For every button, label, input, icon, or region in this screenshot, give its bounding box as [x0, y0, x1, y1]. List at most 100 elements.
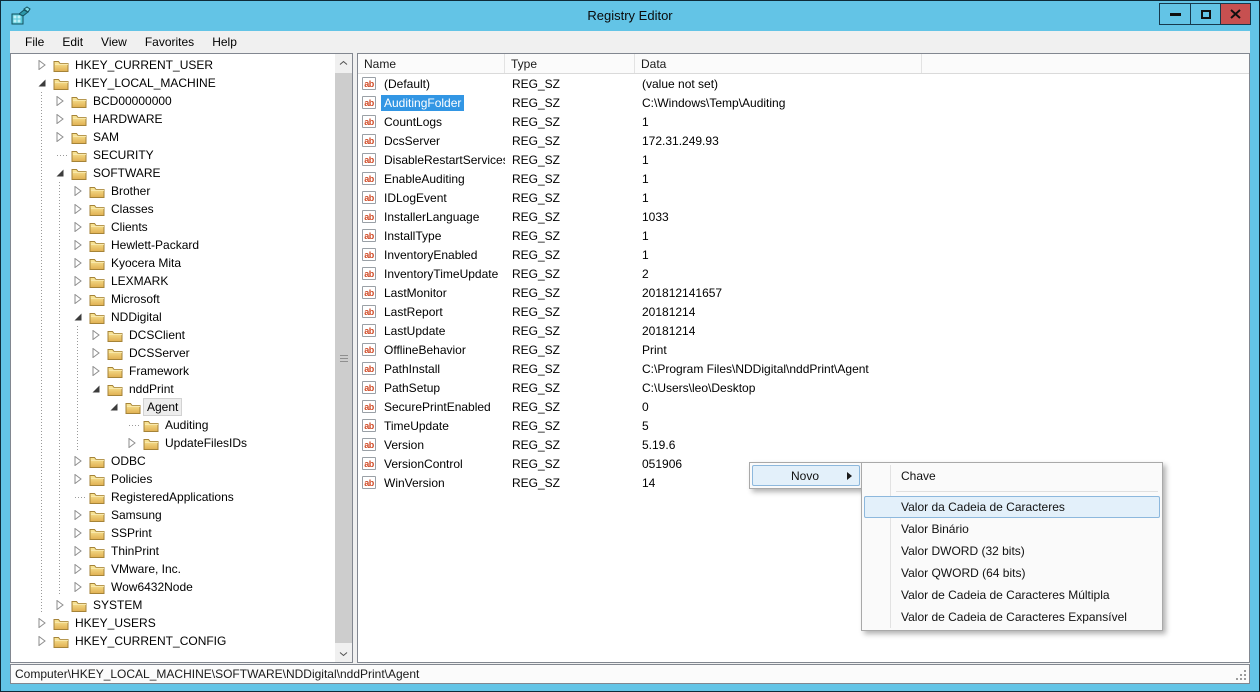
menubar-item-edit[interactable]: Edit [53, 32, 92, 52]
scroll-up-button[interactable] [335, 54, 352, 71]
submenu-item-valor-de-cadeia-de-caracteres-m-ltipla[interactable]: Valor de Cadeia de Caracteres Múltipla [864, 584, 1160, 606]
value-row-pathsetup[interactable]: abPathSetupREG_SZC:\Users\leo\Desktop [358, 378, 1249, 397]
collapse-icon[interactable] [51, 164, 69, 182]
tree-item-vmware-inc[interactable]: VMware, Inc. [11, 560, 335, 578]
resize-grip[interactable] [1235, 669, 1248, 682]
column-header-name[interactable]: Name [358, 54, 505, 73]
tree-item-hkey-users[interactable]: HKEY_USERS [11, 614, 335, 632]
tree-vertical-scrollbar[interactable] [335, 54, 352, 662]
menubar-item-favorites[interactable]: Favorites [136, 32, 203, 52]
expand-icon[interactable] [69, 290, 87, 308]
tree-item-system[interactable]: SYSTEM [11, 596, 335, 614]
tree-item-dcsclient[interactable]: DCSClient [11, 326, 335, 344]
tree-item-samsung[interactable]: Samsung [11, 506, 335, 524]
value-row-timeupdate[interactable]: abTimeUpdateREG_SZ5 [358, 416, 1249, 435]
value-row-pathinstall[interactable]: abPathInstallREG_SZC:\Program Files\NDDi… [358, 359, 1249, 378]
value-row-countlogs[interactable]: abCountLogsREG_SZ1 [358, 112, 1249, 131]
collapse-icon[interactable] [87, 380, 105, 398]
value-row-inventorytimeupdate[interactable]: abInventoryTimeUpdateREG_SZ2 [358, 264, 1249, 283]
expand-icon[interactable] [51, 596, 69, 614]
tree-item-hkey-current-user[interactable]: HKEY_CURRENT_USER [11, 56, 335, 74]
value-row-disablerestartservices[interactable]: abDisableRestartServicesREG_SZ1 [358, 150, 1249, 169]
tree-item-policies[interactable]: Policies [11, 470, 335, 488]
expand-icon[interactable] [69, 560, 87, 578]
tree-item-agent[interactable]: Agent [11, 398, 335, 416]
expand-icon[interactable] [87, 344, 105, 362]
tree-item-auditing[interactable]: Auditing [11, 416, 335, 434]
tree-item-odbc[interactable]: ODBC [11, 452, 335, 470]
title-bar[interactable]: Registry Editor [1, 1, 1259, 31]
tree-item-sam[interactable]: SAM [11, 128, 335, 146]
tree-item-registeredapplications[interactable]: RegisteredApplications [11, 488, 335, 506]
expand-icon[interactable] [33, 614, 51, 632]
expand-icon[interactable] [69, 470, 87, 488]
value-row-inventoryenabled[interactable]: abInventoryEnabledREG_SZ1 [358, 245, 1249, 264]
tree-item-framework[interactable]: Framework [11, 362, 335, 380]
expand-icon[interactable] [69, 542, 87, 560]
submenu-item-valor-de-cadeia-de-caracteres-expans-vel[interactable]: Valor de Cadeia de Caracteres Expansível [864, 606, 1160, 628]
tree-item-security[interactable]: SECURITY [11, 146, 335, 164]
expand-icon[interactable] [87, 362, 105, 380]
expand-icon[interactable] [87, 326, 105, 344]
expand-icon[interactable] [51, 110, 69, 128]
expand-icon[interactable] [69, 272, 87, 290]
tree-item-bcd00000000[interactable]: BCD00000000 [11, 92, 335, 110]
tree-item-hardware[interactable]: HARDWARE [11, 110, 335, 128]
expand-icon[interactable] [69, 524, 87, 542]
scrollbar-thumb[interactable] [335, 73, 352, 643]
tree-item-kyocera-mita[interactable]: Kyocera Mita [11, 254, 335, 272]
expand-icon[interactable] [69, 578, 87, 596]
value-row-lastmonitor[interactable]: abLastMonitorREG_SZ201812141657 [358, 283, 1249, 302]
expand-icon[interactable] [69, 506, 87, 524]
tree-item-dcsserver[interactable]: DCSServer [11, 344, 335, 362]
tree-item-nddigital[interactable]: NDDigital [11, 308, 335, 326]
collapse-icon[interactable] [69, 308, 87, 326]
scroll-down-button[interactable] [335, 645, 352, 662]
expand-icon[interactable] [51, 128, 69, 146]
collapse-icon[interactable] [33, 74, 51, 92]
expand-icon[interactable] [69, 254, 87, 272]
expand-icon[interactable] [69, 200, 87, 218]
submenu-item-chave[interactable]: Chave [864, 465, 1160, 487]
context-menu-item-novo[interactable]: Novo [752, 465, 860, 486]
value-row-installtype[interactable]: abInstallTypeREG_SZ1 [358, 226, 1249, 245]
tree-item-hkey-current-config[interactable]: HKEY_CURRENT_CONFIG [11, 632, 335, 650]
submenu-item-valor-qword-64-bits[interactable]: Valor QWORD (64 bits) [864, 562, 1160, 584]
expand-icon[interactable] [33, 632, 51, 650]
value-row-default[interactable]: ab(Default)REG_SZ(value not set) [358, 74, 1249, 93]
tree-item-clients[interactable]: Clients [11, 218, 335, 236]
tree-item-lexmark[interactable]: LEXMARK [11, 272, 335, 290]
menubar-item-view[interactable]: View [92, 32, 136, 52]
tree-item-brother[interactable]: Brother [11, 182, 335, 200]
minimize-button[interactable] [1160, 4, 1190, 24]
expand-icon[interactable] [69, 182, 87, 200]
tree-item-software[interactable]: SOFTWARE [11, 164, 335, 182]
maximize-button[interactable] [1190, 4, 1220, 24]
column-header-type[interactable]: Type [505, 54, 635, 73]
value-row-offlinebehavior[interactable]: abOfflineBehaviorREG_SZPrint [358, 340, 1249, 359]
column-header-data[interactable]: Data [635, 54, 922, 73]
value-row-lastreport[interactable]: abLastReportREG_SZ20181214 [358, 302, 1249, 321]
expand-icon[interactable] [69, 452, 87, 470]
value-row-secureprintenabled[interactable]: abSecurePrintEnabledREG_SZ0 [358, 397, 1249, 416]
value-row-auditingfolder[interactable]: abAuditingFolderREG_SZC:\Windows\Temp\Au… [358, 93, 1249, 112]
collapse-icon[interactable] [105, 398, 123, 416]
tree-item-classes[interactable]: Classes [11, 200, 335, 218]
close-button[interactable] [1220, 4, 1250, 24]
value-row-version[interactable]: abVersionREG_SZ5.19.6 [358, 435, 1249, 454]
tree-item-ssprint[interactable]: SSPrint [11, 524, 335, 542]
value-row-lastupdate[interactable]: abLastUpdateREG_SZ20181214 [358, 321, 1249, 340]
tree-item-nddprint[interactable]: nddPrint [11, 380, 335, 398]
tree-item-hewlett-packard[interactable]: Hewlett-Packard [11, 236, 335, 254]
tree-item-hkey-local-machine[interactable]: HKEY_LOCAL_MACHINE [11, 74, 335, 92]
submenu-item-valor-bin-rio[interactable]: Valor Binário [864, 518, 1160, 540]
expand-icon[interactable] [123, 434, 141, 452]
value-row-enableauditing[interactable]: abEnableAuditingREG_SZ1 [358, 169, 1249, 188]
tree-item-thinprint[interactable]: ThinPrint [11, 542, 335, 560]
value-row-installerlanguage[interactable]: abInstallerLanguageREG_SZ1033 [358, 207, 1249, 226]
value-row-idlogevent[interactable]: abIDLogEventREG_SZ1 [358, 188, 1249, 207]
value-row-dcsserver[interactable]: abDcsServerREG_SZ172.31.249.93 [358, 131, 1249, 150]
menubar-item-file[interactable]: File [16, 32, 53, 52]
tree-item-updatefilesids[interactable]: UpdateFilesIDs [11, 434, 335, 452]
expand-icon[interactable] [69, 218, 87, 236]
